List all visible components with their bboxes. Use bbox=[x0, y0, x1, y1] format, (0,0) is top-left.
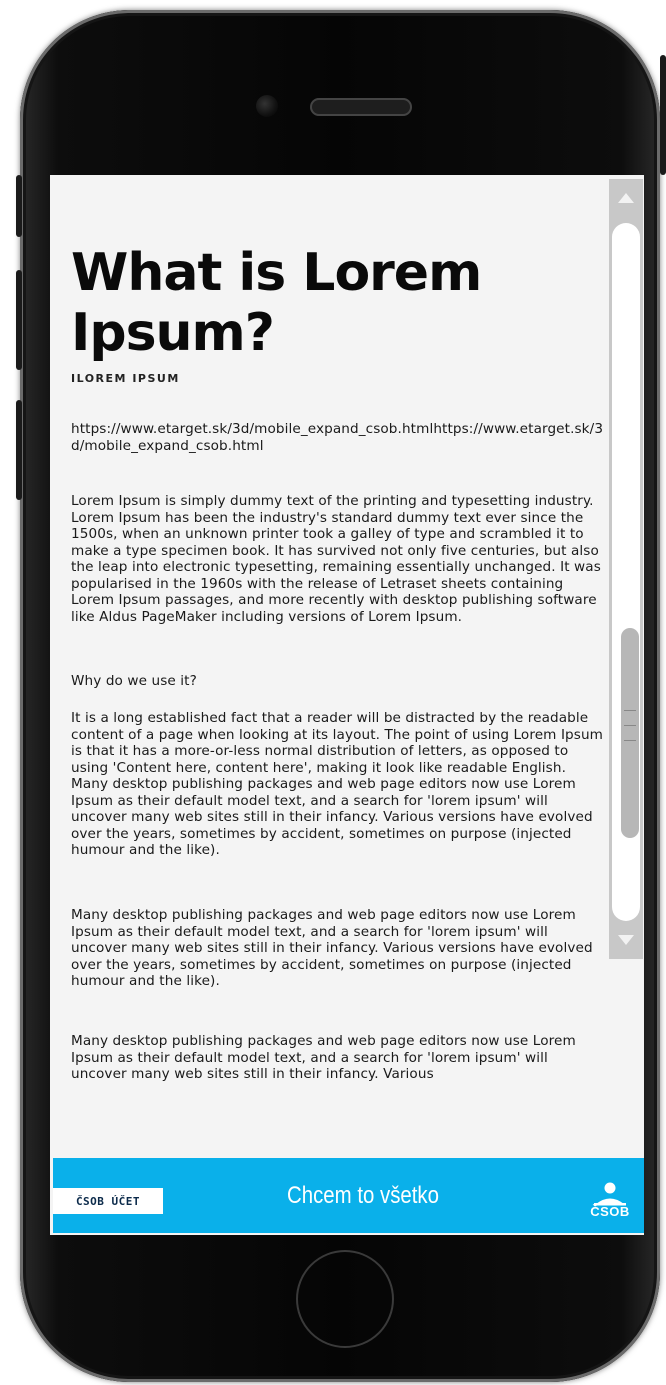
csob-ad-banner[interactable]: ČSOB ÚČET Chcem to všetko ČSOB bbox=[53, 1158, 644, 1233]
scrollbar[interactable] bbox=[609, 179, 643, 959]
scroll-thumb[interactable] bbox=[621, 628, 639, 838]
grip-line bbox=[624, 710, 636, 711]
cta-button[interactable]: Chcem to všetko bbox=[253, 1176, 474, 1216]
grip-line bbox=[624, 740, 636, 741]
scroll-track[interactable] bbox=[612, 223, 640, 921]
csob-logo-icon bbox=[594, 1182, 626, 1206]
article-url[interactable]: https://www.etarget.sk/3d/mobile_expand_… bbox=[71, 421, 605, 454]
triangle-up-icon[interactable] bbox=[618, 193, 634, 203]
paragraph-1: Lorem Ipsum is simply dummy text of the … bbox=[71, 493, 601, 625]
volume-up-button bbox=[16, 270, 22, 370]
earpiece-speaker bbox=[310, 98, 412, 116]
power-button bbox=[660, 55, 666, 175]
paragraph-4: Many desktop publishing packages and web… bbox=[71, 1033, 576, 1082]
grip-line bbox=[624, 725, 636, 726]
front-camera bbox=[256, 95, 278, 117]
csob-logo-text: ČSOB bbox=[590, 1204, 630, 1219]
article-subtitle: ILOREM IPSUM bbox=[71, 372, 180, 385]
article-title: What is Lorem Ipsum? bbox=[71, 243, 482, 363]
volume-down-button bbox=[16, 400, 22, 500]
mute-switch bbox=[16, 175, 22, 237]
csob-account-chip[interactable]: ČSOB ÚČET bbox=[53, 1188, 163, 1214]
heading-why: Why do we use it? bbox=[71, 673, 197, 689]
csob-logo[interactable]: ČSOB bbox=[582, 1182, 638, 1230]
paragraph-3: Many desktop publishing packages and web… bbox=[71, 907, 593, 989]
triangle-down-icon[interactable] bbox=[618, 935, 634, 945]
paragraph-2: It is a long established fact that a rea… bbox=[71, 710, 604, 858]
home-button[interactable] bbox=[296, 1250, 394, 1348]
phone-screen: What is Lorem Ipsum? ILOREM IPSUM https:… bbox=[50, 175, 644, 1235]
